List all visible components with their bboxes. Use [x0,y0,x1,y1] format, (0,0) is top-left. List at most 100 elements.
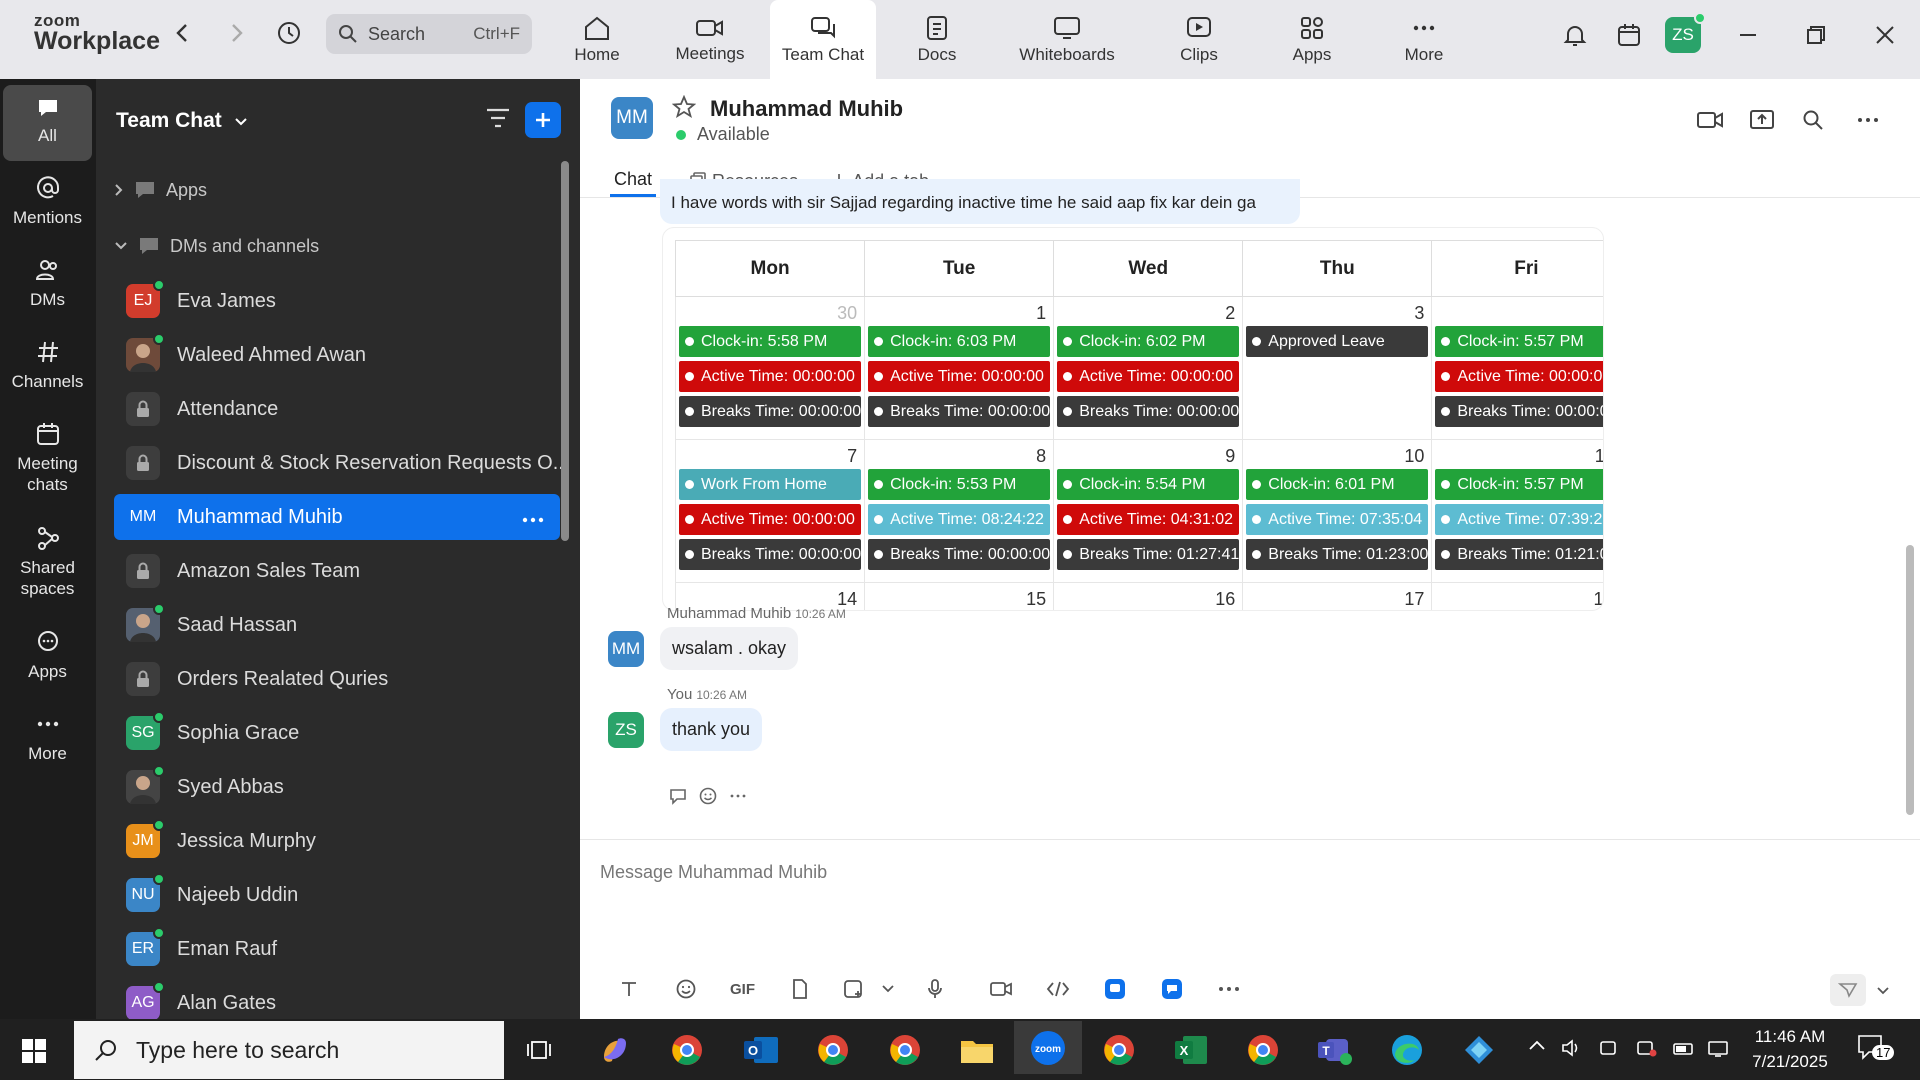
video-call-icon[interactable] [1696,109,1724,136]
video-message-icon[interactable] [972,974,1029,1004]
send-options-chevron-icon[interactable] [1877,982,1889,1000]
chat-list-item[interactable]: SG Sophia Grace [114,710,560,756]
tab-team-chat[interactable]: Team Chat [770,0,876,79]
gif-icon[interactable]: GIF [714,974,771,1004]
notifications-icon[interactable]: 17 [1856,1033,1895,1066]
emoji-react-icon[interactable] [698,786,718,806]
show-hidden-icons[interactable] [1528,1038,1546,1056]
search-bar[interactable]: Search Ctrl+F [326,14,532,54]
taskbar-search[interactable]: Type here to search [74,1021,504,1079]
volume-icon[interactable] [1561,1038,1583,1063]
chat-list-item[interactable]: Waleed Ahmed Awan [114,332,560,378]
camera-status-icon[interactable] [1635,1038,1659,1063]
rail-shared-spaces[interactable]: Shared spaces [3,525,92,599]
forward-arrow-icon[interactable] [222,18,252,48]
user-avatar[interactable]: ZS [1665,12,1706,53]
copilot-icon[interactable] [592,1027,638,1073]
minimize-icon[interactable] [1733,20,1763,50]
chat-list-item[interactable]: JM Jessica Murphy [114,818,560,864]
file-explorer-icon[interactable] [954,1027,1000,1073]
sidebar-scrollbar[interactable] [561,161,569,541]
rail-more[interactable]: More [3,711,92,764]
group-dms-and-channels[interactable]: DMs and channels [114,235,319,257]
star-icon[interactable] [671,94,697,124]
chat-list-item[interactable]: Syed Abbas [114,764,560,810]
close-icon[interactable] [1870,20,1900,50]
microphone-icon[interactable] [898,974,972,1004]
chrome-profile-2-icon[interactable] [882,1027,928,1073]
share-screen-icon[interactable] [1749,108,1775,137]
task-view-icon[interactable] [516,1027,562,1073]
attach-file-icon[interactable] [771,974,828,1004]
chrome-3-icon[interactable] [1240,1027,1286,1073]
attendance-calendar-image[interactable]: Mon Tue Wed Thu Fri 30 Clock-in: 5:58 PM Active… [662,227,1604,611]
item-more-icon[interactable] [522,506,544,529]
back-arrow-icon[interactable] [167,18,197,48]
group-apps[interactable]: Apps [114,179,207,201]
tab-whiteboards[interactable]: Whiteboards [1017,0,1117,79]
filter-icon[interactable] [485,107,511,134]
chat-list-item[interactable]: Orders Realated Quries [114,656,560,702]
meet-now-icon[interactable] [1598,1038,1620,1063]
app-diamond-icon[interactable] [1456,1027,1502,1073]
emoji-icon[interactable] [657,974,714,1004]
message-bubble[interactable]: wsalam . okay [660,627,799,670]
tab-home[interactable]: Home [568,0,626,79]
sidebar-title[interactable]: Team Chat [116,109,248,133]
reply-icon[interactable] [668,787,688,805]
chrome-profile-icon[interactable] [664,1027,710,1073]
windows-start-icon[interactable] [22,1039,46,1068]
zoom-app-icon[interactable] [1143,974,1200,1004]
code-icon[interactable] [1029,974,1086,1004]
rail-all[interactable]: All [3,85,92,161]
search-chat-icon[interactable] [1802,109,1824,136]
contact-avatar[interactable]: MM [611,97,653,139]
message-input[interactable]: Message Muhammad Muhib [600,862,827,883]
screenshot-icon[interactable] [828,974,878,1004]
taskbar-clock[interactable]: 11:46 AM 7/21/2025 [1745,1024,1835,1074]
message-avatar[interactable]: ZS [608,712,644,748]
tab-apps[interactable]: Apps [1290,0,1334,79]
rail-apps[interactable]: Apps [3,629,92,682]
text-format-icon[interactable] [600,974,657,1004]
send-button[interactable] [1830,974,1866,1006]
tab-docs[interactable]: Docs [915,0,959,79]
message-avatar[interactable]: MM [608,631,644,667]
chrome-2-icon[interactable] [1096,1027,1142,1073]
contact-name[interactable]: Muhammad Muhib [710,96,903,122]
chat-list-item[interactable]: Discount & Stock Reservation Requests O.… [114,440,569,486]
tab-more[interactable]: More [1402,0,1446,79]
chat-list-item[interactable]: ER Eman Rauf [114,926,560,972]
tab-clips[interactable]: Clips [1178,0,1220,79]
history-icon[interactable] [274,18,304,48]
chat-list-item[interactable]: MM Muhammad Muhib [114,494,560,540]
battery-icon[interactable] [1672,1038,1696,1063]
more-options-icon[interactable] [1855,109,1881,136]
more-actions-icon[interactable] [728,787,748,805]
app-icon[interactable] [1086,974,1143,1004]
network-icon[interactable] [1707,1038,1731,1063]
more-tools-icon[interactable] [1200,974,1257,1004]
chat-list-item[interactable]: NU Najeeb Uddin [114,872,560,918]
chat-scrollbar[interactable] [1906,545,1914,815]
outlook-icon[interactable]: O [738,1027,784,1073]
rail-dms[interactable]: DMs [3,257,92,310]
chevron-down-icon[interactable] [878,974,898,1004]
teams-icon[interactable]: T [1312,1027,1358,1073]
edge-icon[interactable] [1384,1027,1430,1073]
rail-mentions[interactable]: Mentions [3,175,92,228]
new-chat-button[interactable] [525,102,561,138]
excel-icon[interactable]: X [1168,1027,1214,1073]
calendar-icon[interactable] [1614,20,1644,50]
tab-meetings[interactable]: Meetings [672,0,748,79]
restore-icon[interactable] [1801,20,1831,50]
chrome-icon[interactable] [810,1027,856,1073]
chat-list-item[interactable]: Amazon Sales Team [114,548,560,594]
chat-list-item[interactable]: Saad Hassan [114,602,560,648]
chat-list-item[interactable]: Attendance [114,386,560,432]
chat-list-item[interactable]: EJ Eva James [114,278,560,324]
tab-chat[interactable]: Chat [610,165,657,197]
message-bubble[interactable]: thank you [660,708,763,751]
bell-icon[interactable] [1560,20,1590,50]
rail-channels[interactable]: Channels [3,339,92,392]
